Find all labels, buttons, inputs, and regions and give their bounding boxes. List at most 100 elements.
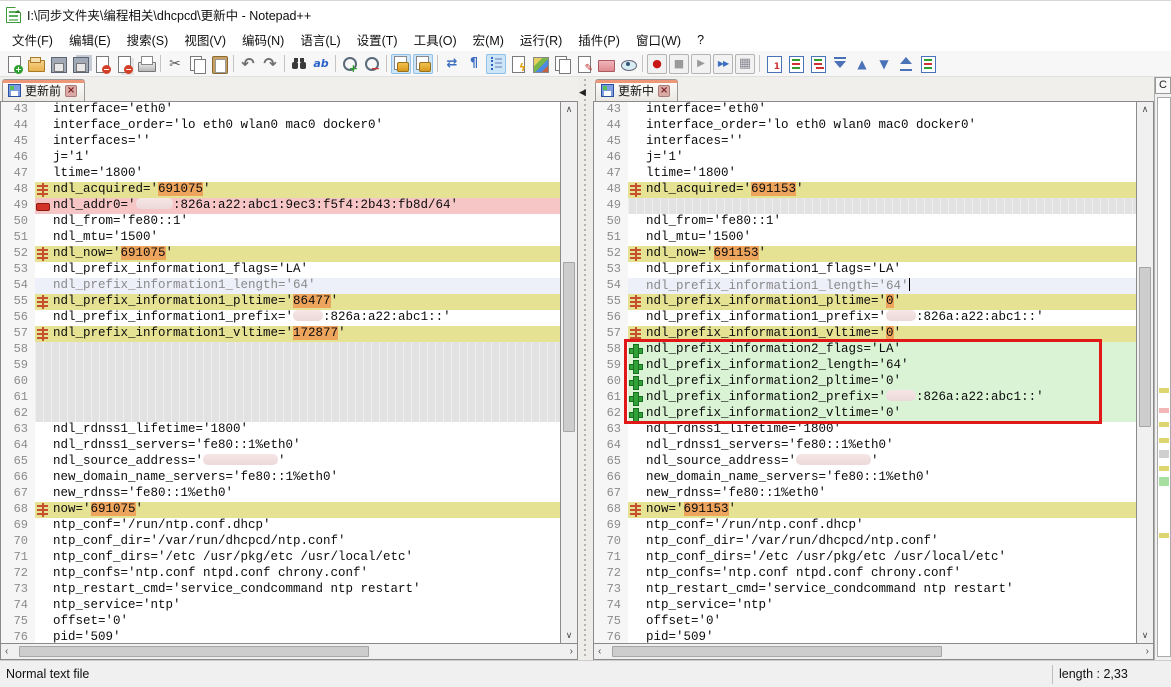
scroll-down-icon[interactable]: ∨ xyxy=(1142,628,1149,643)
menu-item-6[interactable]: 设置(T) xyxy=(349,28,406,51)
line-text[interactable]: ltime='1800' xyxy=(51,166,560,182)
line-text[interactable]: interface_order='lo eth0 wlan0 mac0 dock… xyxy=(51,118,560,134)
line-body[interactable]: ndl_rdnss1_servers='fe80::1%eth0' xyxy=(628,438,1136,454)
code-line[interactable]: 46j='1' xyxy=(594,150,1136,166)
code-line[interactable]: 65ndl_source_address='' xyxy=(1,454,560,470)
line-text[interactable]: ntp_conf='/run/ntp.conf.dhcp' xyxy=(644,518,1136,534)
line-text[interactable]: ntp_service='ntp' xyxy=(644,598,1136,614)
line-body[interactable]: ndl_acquired='691075' xyxy=(35,182,560,198)
code-line[interactable]: 72ntp_confs='ntp.conf ntpd.conf chrony.c… xyxy=(1,566,560,582)
tab-close-icon[interactable]: × xyxy=(65,85,77,97)
find-icon[interactable] xyxy=(289,54,309,74)
line-text[interactable]: ndl_prefix_information2_length='64' xyxy=(644,358,1136,374)
line-body[interactable]: ntp_restart_cmd='service_condcommand ntp… xyxy=(628,582,1136,598)
line-body[interactable]: new_rdnss='fe80::1%eth0' xyxy=(35,486,560,502)
line-text[interactable] xyxy=(51,358,560,374)
scroll-right-icon[interactable]: › xyxy=(1146,646,1149,657)
macro-play-icon[interactable] xyxy=(691,54,711,74)
code-line[interactable]: 55ndl_prefix_information1_pltime='86477' xyxy=(1,294,560,310)
code-line[interactable]: 50ndl_from='fe80::1' xyxy=(1,214,560,230)
line-text[interactable] xyxy=(51,342,560,358)
line-text[interactable]: ndl_acquired='691075' xyxy=(51,182,560,198)
document-map-icon[interactable] xyxy=(530,54,550,74)
line-body[interactable]: new_domain_name_servers='fe80::1%eth0' xyxy=(628,470,1136,486)
copy-icon[interactable] xyxy=(187,54,207,74)
line-body[interactable]: j='1' xyxy=(628,150,1136,166)
line-body[interactable]: ntp_service='ntp' xyxy=(35,598,560,614)
code-line[interactable]: 57ndl_prefix_information1_vltime='0' xyxy=(594,326,1136,342)
macro-record-icon[interactable] xyxy=(647,54,667,74)
line-body[interactable]: ndl_acquired='691153' xyxy=(628,182,1136,198)
previous-diff-icon[interactable] xyxy=(852,54,872,74)
line-body[interactable]: interface_order='lo eth0 wlan0 mac0 dock… xyxy=(628,118,1136,134)
edit-popup-icon[interactable] xyxy=(574,54,594,74)
line-body[interactable]: ndl_prefix_information1_prefix=':826a:a2… xyxy=(628,310,1136,326)
line-text[interactable]: ndl_prefix_information1_length='64' xyxy=(644,278,1136,294)
code-line[interactable]: 58 xyxy=(1,342,560,358)
line-body[interactable] xyxy=(35,374,560,390)
pane-1-tab[interactable]: 更新中× xyxy=(595,79,678,101)
menu-item-5[interactable]: 语言(L) xyxy=(292,28,348,51)
line-text[interactable]: ndl_prefix_information1_pltime='86477' xyxy=(51,294,560,310)
code-line[interactable]: 60ndl_prefix_information2_pltime='0' xyxy=(594,374,1136,390)
word-wrap-icon[interactable] xyxy=(442,54,462,74)
line-body[interactable]: ndl_prefix_information1_vltime='172877' xyxy=(35,326,560,342)
print-icon[interactable] xyxy=(136,54,156,74)
line-text[interactable] xyxy=(51,406,560,422)
line-body[interactable]: ntp_restart_cmd='service_condcommand ntp… xyxy=(35,582,560,598)
line-body[interactable]: ntp_confs='ntp.conf ntpd.conf chrony.con… xyxy=(628,566,1136,582)
line-body[interactable]: ndl_prefix_information2_prefix=':826a:a2… xyxy=(628,390,1136,406)
pane-splitter[interactable]: ◀ xyxy=(578,77,593,660)
code-line[interactable]: 61 xyxy=(1,390,560,406)
replace-icon[interactable] xyxy=(311,54,331,74)
left-hscroll-thumb[interactable] xyxy=(19,646,369,657)
code-line[interactable]: 71ntp_conf_dirs='/etc /usr/pkg/etc /usr/… xyxy=(594,550,1136,566)
code-line[interactable]: 51ndl_mtu='1500' xyxy=(594,230,1136,246)
line-body[interactable]: ndl_now='691075' xyxy=(35,246,560,262)
line-text[interactable]: ntp_confs='ntp.conf ntpd.conf chrony.con… xyxy=(644,566,1136,582)
save-all-icon[interactable] xyxy=(70,54,90,74)
code-line[interactable]: 52ndl_now='691153' xyxy=(594,246,1136,262)
line-body[interactable]: interfaces='' xyxy=(35,134,560,150)
line-body[interactable]: ndl_prefix_information1_pltime='86477' xyxy=(35,294,560,310)
code-line[interactable]: 53ndl_prefix_information1_flags='LA' xyxy=(594,262,1136,278)
line-text[interactable]: ntp_service='ntp' xyxy=(51,598,560,614)
open-file-icon[interactable] xyxy=(26,54,46,74)
macro-stop-icon[interactable] xyxy=(669,54,689,74)
code-line[interactable]: 56ndl_prefix_information1_prefix=':826a:… xyxy=(1,310,560,326)
line-body[interactable]: ndl_source_address='' xyxy=(35,454,560,470)
line-text[interactable]: ndl_from='fe80::1' xyxy=(644,214,1136,230)
line-text[interactable]: ndl_now='691075' xyxy=(51,246,560,262)
line-text[interactable]: ndl_prefix_information1_vltime='172877' xyxy=(51,326,560,342)
code-line[interactable]: 64ndl_rdnss1_servers='fe80::1%eth0' xyxy=(594,438,1136,454)
compare-set-first-icon[interactable] xyxy=(764,54,784,74)
menu-item-10[interactable]: 插件(P) xyxy=(570,28,628,51)
code-line[interactable]: 44interface_order='lo eth0 wlan0 mac0 do… xyxy=(594,118,1136,134)
line-text[interactable]: interface='eth0' xyxy=(644,102,1136,118)
code-line[interactable]: 49 xyxy=(594,198,1136,214)
code-line[interactable]: 76pid='509' xyxy=(594,630,1136,644)
code-line[interactable]: 69ntp_conf='/run/ntp.conf.dhcp' xyxy=(1,518,560,534)
line-text[interactable]: ndl_prefix_information1_length='64' xyxy=(51,278,560,294)
scroll-up-icon[interactable]: ∧ xyxy=(566,102,573,117)
line-text[interactable]: ndl_prefix_information2_vltime='0' xyxy=(644,406,1136,422)
code-line[interactable]: 73ntp_restart_cmd='service_condcommand n… xyxy=(1,582,560,598)
menu-item-8[interactable]: 宏(M) xyxy=(465,28,512,51)
line-text[interactable]: ntp_confs='ntp.conf ntpd.conf chrony.con… xyxy=(51,566,560,582)
line-body[interactable]: ndl_prefix_information2_length='64' xyxy=(628,358,1136,374)
code-line[interactable]: 70ntp_conf_dir='/var/run/dhcpcd/ntp.conf… xyxy=(1,534,560,550)
code-line[interactable]: 75offset='0' xyxy=(1,614,560,630)
code-line[interactable]: 52ndl_now='691075' xyxy=(1,246,560,262)
line-text[interactable]: ndl_from='fe80::1' xyxy=(51,214,560,230)
code-line[interactable]: 51ndl_mtu='1500' xyxy=(1,230,560,246)
macro-run-multiple-icon[interactable] xyxy=(713,54,733,74)
code-line[interactable]: 47ltime='1800' xyxy=(594,166,1136,182)
line-body[interactable]: j='1' xyxy=(35,150,560,166)
code-line[interactable]: 60 xyxy=(1,374,560,390)
line-body[interactable]: ntp_conf_dir='/var/run/dhcpcd/ntp.conf' xyxy=(35,534,560,550)
line-body[interactable]: ndl_rdnss1_servers='fe80::1%eth0' xyxy=(35,438,560,454)
scroll-left-icon[interactable]: ‹ xyxy=(598,646,601,657)
code-line[interactable]: 56ndl_prefix_information1_prefix=':826a:… xyxy=(594,310,1136,326)
new-file-icon[interactable] xyxy=(4,54,24,74)
line-text[interactable]: ndl_mtu='1500' xyxy=(644,230,1136,246)
